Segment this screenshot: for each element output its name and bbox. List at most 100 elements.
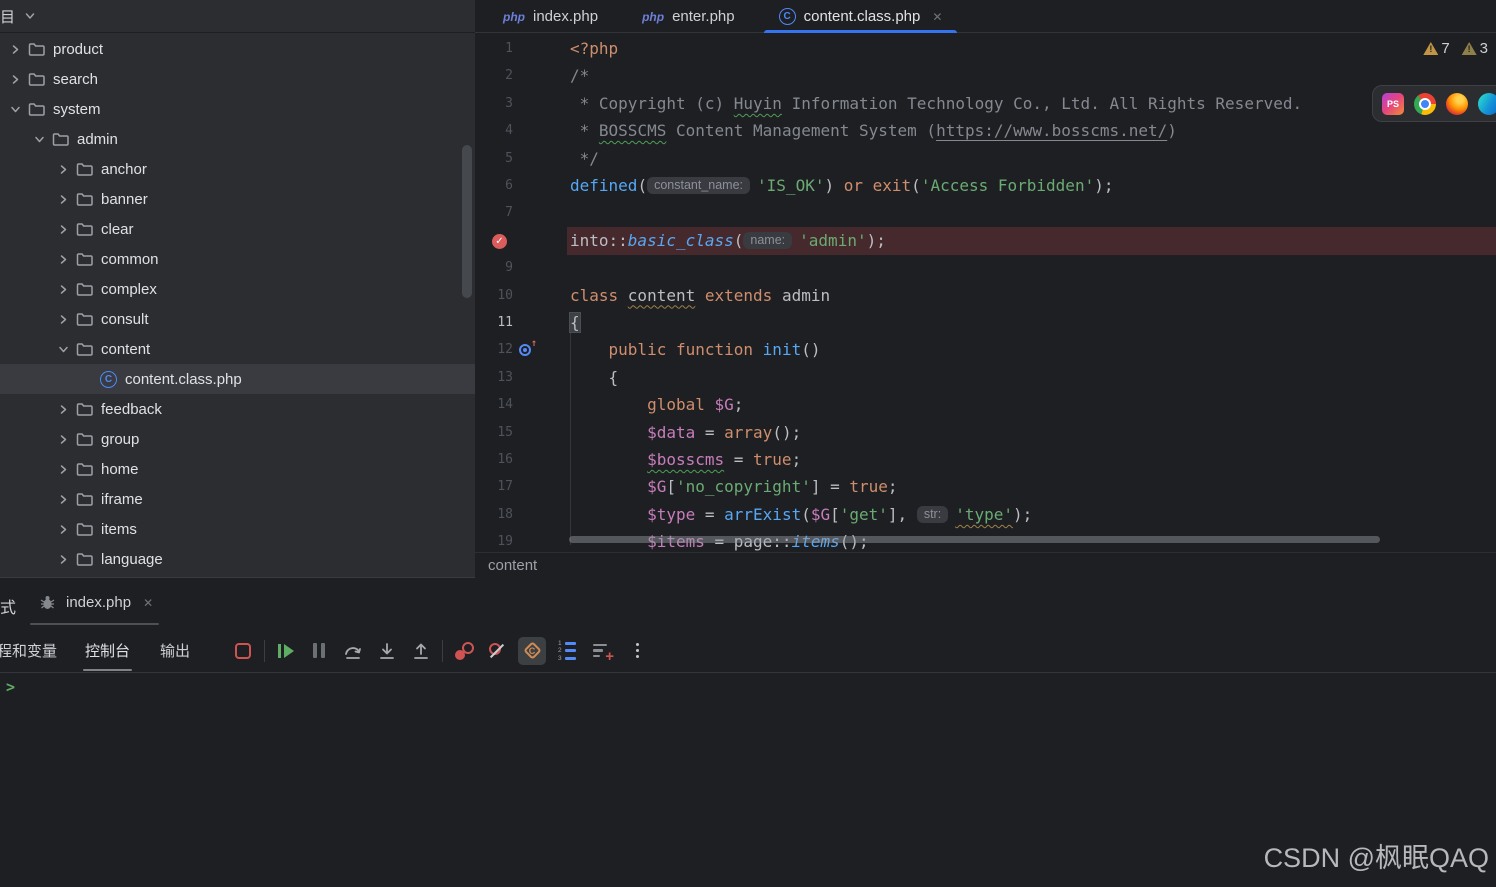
add-to-watches-button[interactable]: + [591,640,614,665]
code-line-11[interactable]: 11 { [475,309,1496,337]
line-number[interactable]: 7 [475,199,513,227]
tree-item-iframe[interactable]: iframe [0,484,475,514]
code-line-10[interactable]: 10 class content extends admin [475,282,1496,310]
tab-threads-variables[interactable]: 程和变量 [0,629,61,673]
tab-output[interactable]: 输出 [156,629,194,673]
tree-item-common[interactable]: common [0,244,475,274]
line-number[interactable]: 15 [475,419,513,447]
line-number[interactable]: 10 [475,282,513,310]
tree-item-feedback[interactable]: feedback [0,394,475,424]
chevron-right-icon[interactable] [56,282,70,296]
code-line-1[interactable]: 1 <?php [475,35,1496,63]
code-line-13[interactable]: 13 { [475,364,1496,392]
phpstorm-icon[interactable]: PS [1382,92,1404,115]
chevron-right-icon[interactable] [56,252,70,266]
tree-item-admin[interactable]: admin [0,124,475,154]
code-line-3[interactable]: 3 * Copyright (c) Huyin Information Tech… [475,90,1496,118]
tree-item-language[interactable]: language [0,544,475,574]
close-icon[interactable]: ✕ [143,596,153,610]
chevron-right-icon[interactable] [56,192,70,206]
code-line-18[interactable]: 18 $type = arrExist($G['get'], str:'type… [475,501,1496,529]
tree-item-group[interactable]: group [0,424,475,454]
tree-item-clear[interactable]: clear [0,214,475,244]
code-line-8[interactable]: ✓ into::basic_class(name:'admin'); [475,227,1496,255]
breakpoint-icon[interactable]: ✓ [492,233,507,249]
code-line-4[interactable]: 4 * BOSSCMS Content Management System (h… [475,117,1496,145]
line-number[interactable]: 4 [475,117,513,145]
line-number[interactable]: 3 [475,90,513,118]
weak-warnings-badge[interactable]: ! 3 [1461,40,1488,57]
resume-button[interactable] [275,640,297,662]
ordered-list-button[interactable]: 1 2 3 [556,640,578,662]
chevron-right-icon[interactable] [56,522,70,536]
more-options-button[interactable] [626,640,648,662]
override-method-icon[interactable]: ↑ [519,338,537,357]
tab-console[interactable]: 控制台 [81,629,134,673]
line-number[interactable]: 14 [475,391,513,419]
line-number[interactable]: 13 [475,364,513,392]
code-line-15[interactable]: 15 $data = array(); [475,419,1496,447]
code-line-16[interactable]: 16 $bosscms = true; [475,446,1496,474]
stop-button[interactable] [232,640,254,662]
console-prompt[interactable]: > [6,678,15,696]
warnings-badge[interactable]: ! 7 [1423,40,1450,57]
line-number[interactable]: 9 [475,254,513,282]
tree-item-anchor[interactable]: anchor [0,154,475,184]
pause-button[interactable] [308,640,330,662]
mute-breakpoints-button[interactable] [486,640,508,662]
tree-item-banner[interactable]: banner [0,184,475,214]
view-breakpoints-button[interactable] [453,640,475,662]
debug-session-tab[interactable]: index.php ✕ [30,578,160,627]
code-line-17[interactable]: 17 $G['no_copyright'] = true; [475,473,1496,501]
line-number[interactable]: 1 [475,35,513,63]
line-number[interactable]: 19 [475,528,513,552]
code-line-9[interactable]: 9 [475,254,1496,282]
line-number[interactable]: 6 [475,172,513,200]
edge-icon[interactable] [1478,92,1496,115]
tree-item-content.class.php[interactable]: Ccontent.class.php [0,364,475,394]
step-into-button[interactable] [376,640,398,662]
chevron-right-icon[interactable] [56,162,70,176]
code-line-14[interactable]: 14 global $G; [475,391,1496,419]
tree-item-complex[interactable]: complex [0,274,475,304]
code-line-5[interactable]: 5 */ [475,145,1496,173]
line-number[interactable]: 17 [475,473,513,501]
step-over-button[interactable] [342,640,364,662]
chevron-right-icon[interactable] [56,402,70,416]
tree-item-consult[interactable]: consult [0,304,475,334]
tree-item-system[interactable]: system [0,94,475,124]
tree-item-search[interactable]: search [0,64,475,94]
chevron-right-icon[interactable] [56,492,70,506]
breadcrumb-item-content[interactable]: content [488,557,537,574]
chevron-right-icon[interactable] [56,432,70,446]
line-number[interactable]: 5 [475,145,513,173]
chevron-right-icon[interactable] [56,312,70,326]
code-line-2[interactable]: 2 /* [475,62,1496,90]
chevron-right-icon[interactable] [56,552,70,566]
line-number[interactable]: 2 [475,62,513,90]
line-number[interactable]: 18 [475,501,513,529]
step-out-button[interactable] [410,640,432,662]
line-number[interactable]: 12 [475,336,513,364]
code-line-6[interactable]: 6 defined(constant_name: 'IS_OK') or exit(… [475,172,1496,200]
chevron-right-icon[interactable] [8,42,22,56]
tree-scrollbar[interactable] [462,145,472,298]
php-console-button[interactable]: C [518,636,547,665]
tree-item-content[interactable]: content [0,334,475,364]
chevron-right-icon[interactable] [56,462,70,476]
chrome-icon[interactable] [1414,92,1436,115]
tree-item-items[interactable]: items [0,514,475,544]
inspections-widget[interactable]: ! 7 ! 3 [1423,40,1488,57]
code-line-7[interactable]: 7 [475,199,1496,227]
code-area[interactable]: 1 <?php 2 /* 3 * Copyright (c) Huyin Informa… [475,0,1496,552]
chevron-down-icon[interactable] [56,342,70,356]
chevron-down-icon[interactable] [23,9,37,23]
chevron-right-icon[interactable] [8,72,22,86]
editor-horizontal-scrollbar[interactable] [569,536,1380,543]
code-line-12[interactable]: 12 ↑ public function init() [475,336,1496,364]
line-number[interactable]: 16 [475,446,513,474]
tree-item-home[interactable]: home [0,454,475,484]
line-number[interactable]: 11 [475,309,513,337]
chevron-right-icon[interactable] [56,222,70,236]
tree-item-product[interactable]: product [0,34,475,64]
